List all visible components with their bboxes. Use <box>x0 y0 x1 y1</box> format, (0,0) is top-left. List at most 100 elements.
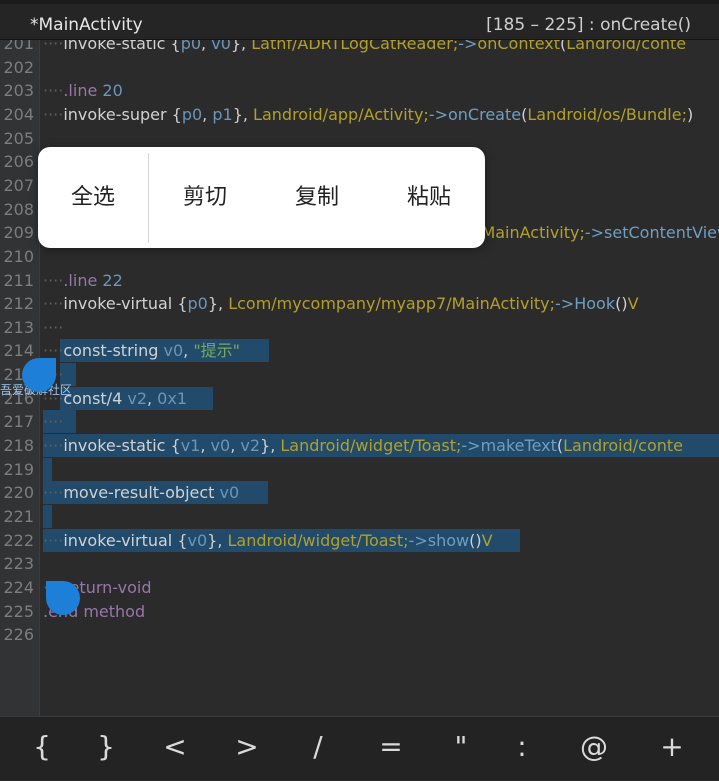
code-token: v2 <box>127 388 147 408</box>
code-line[interactable]: 217 ···· <box>0 410 719 434</box>
line-number: 209 <box>3 223 34 243</box>
symbol-key[interactable]: < <box>150 717 200 781</box>
code-token: Lathf/ADRTLogCatReader; <box>251 40 459 53</box>
code-token: onCreate <box>448 104 522 124</box>
code-token: invoke-super <box>63 104 167 124</box>
code-line[interactable]: 214 ····const-string v0, "提示" <box>0 339 719 363</box>
code-token: }, <box>207 294 229 314</box>
method-range-indicator[interactable]: [185 – 225] : onCreate() <box>486 15 691 35</box>
line-number: 202 <box>3 57 34 77</box>
code-text: ····invoke-virtual {v0}, Landroid/widget… <box>43 529 493 552</box>
code-line[interactable]: 201 ····invoke-static {p0, v0}, Lathf/ADR… <box>0 40 719 55</box>
code-token: ···· <box>43 317 64 337</box>
line-number: 212 <box>3 294 34 314</box>
code-line[interactable]: 213 ···· <box>0 316 719 339</box>
code-line[interactable]: 224····return-void <box>0 576 719 599</box>
code-token: { <box>165 40 181 53</box>
code-token: .line <box>63 270 98 290</box>
select-all-button[interactable]: 全选 <box>38 147 148 248</box>
symbol-key[interactable]: @ <box>569 717 619 781</box>
code-token: p0 <box>180 40 202 53</box>
cut-button[interactable]: 剪切 <box>149 147 261 248</box>
line-number: 207 <box>3 175 34 195</box>
file-tab-title[interactable]: *MainActivity <box>30 15 143 35</box>
symbol-key[interactable]: { <box>17 717 67 781</box>
code-line[interactable]: 212 ····invoke-virtual {p0}, Lcom/mycompa… <box>0 292 719 315</box>
line-number: 224 <box>3 577 34 597</box>
symbol-key[interactable]: + <box>647 717 697 781</box>
line-number: 221 <box>3 507 34 526</box>
symbol-key[interactable]: " <box>436 717 486 781</box>
line-number: 214 <box>3 341 34 361</box>
code-line[interactable]: 222 ····invoke-virtual {v0}, Landroid/wid… <box>0 528 719 552</box>
code-line[interactable]: 226 <box>0 623 719 646</box>
code-token: ) <box>686 104 694 124</box>
code-token: ···· <box>43 530 64 550</box>
selection-end-handle[interactable] <box>46 581 80 615</box>
code-token: }, <box>207 530 228 550</box>
code-token: V <box>627 294 639 314</box>
code-token: v0 <box>211 40 231 53</box>
code-line[interactable]: 211 ····.line 22 <box>0 269 719 292</box>
code-token: makeText <box>480 436 557 456</box>
code-line[interactable]: 203 ····.line 20 <box>0 79 719 102</box>
code-token: invoke-virtual <box>63 530 173 550</box>
symbol-key[interactable]: = <box>366 717 416 781</box>
code-token: p1 <box>212 104 233 124</box>
code-text: ····.line 22 <box>43 269 123 292</box>
code-token: -> <box>555 294 575 314</box>
line-number: 201 <box>3 40 34 53</box>
code-token: , <box>200 436 211 456</box>
code-line[interactable]: 225.end method <box>0 600 719 623</box>
symbol-key-bar: {} < > / = ": @ + <box>0 716 719 780</box>
code-line[interactable]: 219 <box>0 457 719 481</box>
code-editor[interactable]: 201 ····invoke-static {p0, v0}, Lathf/ADR… <box>0 40 719 716</box>
code-token: ···· <box>43 104 64 124</box>
code-token: }, <box>232 104 254 124</box>
code-token: }, <box>230 40 252 53</box>
symbol-key[interactable]: : <box>497 717 547 781</box>
code-token: v0 <box>219 483 240 503</box>
code-line[interactable]: 220 ····move-result-object v0 <box>0 481 719 505</box>
code-line[interactable]: 218 ····invoke-static {v1, v0, v2}, Landr… <box>0 434 719 458</box>
code-token: Lcom/mycompany/myapp7/MainActivity; <box>228 294 556 314</box>
code-line[interactable]: 221 <box>0 505 719 528</box>
symbol-key[interactable]: / <box>293 717 343 781</box>
line-number: 210 <box>3 246 34 266</box>
code-token: v0 <box>187 530 208 550</box>
code-token: -> <box>584 223 605 243</box>
code-token: { <box>172 294 188 314</box>
paste-button[interactable]: 粘贴 <box>373 147 485 248</box>
code-token: Landroid/widget/Toast; <box>227 530 409 550</box>
code-line[interactable]: 210 <box>0 245 719 268</box>
code-token: ···· <box>43 483 64 503</box>
symbol-key[interactable]: > <box>222 717 272 781</box>
code-line[interactable]: 204 ····invoke-super {p0, p1}, Landroid/a… <box>0 103 719 126</box>
code-token: Landroid/conte <box>566 40 687 53</box>
code-token: Hook <box>574 294 616 314</box>
text-selection-menu: 全选 剪切 复制 粘贴 <box>38 147 485 248</box>
code-text: ····.line 20 <box>43 79 123 102</box>
code-line[interactable]: 202 <box>0 56 719 79</box>
symbol-key[interactable]: } <box>81 717 131 781</box>
code-token: 20 <box>102 81 123 101</box>
code-token: ···· <box>43 40 64 53</box>
code-token: const/4 <box>63 388 123 408</box>
line-number: 206 <box>3 152 34 172</box>
code-line[interactable]: 215···· <box>0 363 719 387</box>
line-number: 208 <box>3 199 34 219</box>
code-token: , <box>147 388 158 408</box>
code-token: method <box>83 601 146 621</box>
code-token: move-result-object <box>63 483 215 503</box>
copy-button[interactable]: 复制 <box>261 147 373 248</box>
code-token: v0 <box>163 341 184 361</box>
code-line[interactable]: 223 <box>0 552 719 575</box>
selection-start-handle[interactable] <box>22 358 56 392</box>
code-token: -> <box>408 530 428 550</box>
code-text: ····move-result-object v0 <box>43 481 239 504</box>
code-token: { <box>172 530 188 550</box>
code-line[interactable]: 216 ····const/4 v2, 0x1 <box>0 386 719 410</box>
line-number: 222 <box>3 530 34 550</box>
code-token: invoke-virtual <box>63 294 173 314</box>
line-number: 220 <box>3 483 34 503</box>
